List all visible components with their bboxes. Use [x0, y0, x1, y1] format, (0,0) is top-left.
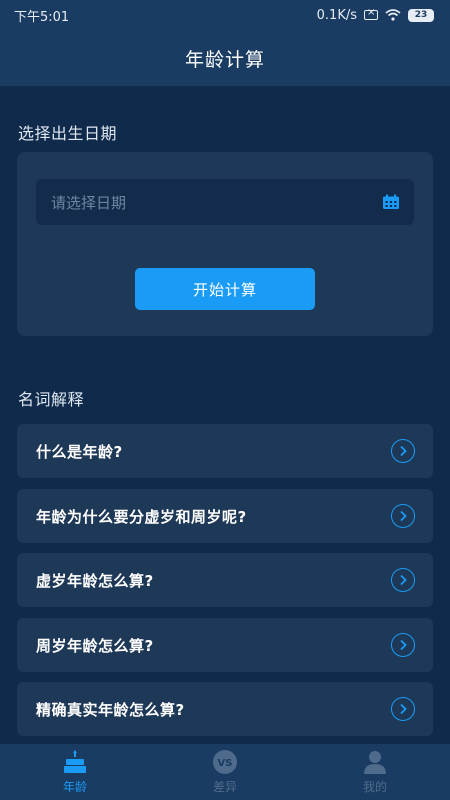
- status-time: 下午5:01: [14, 9, 70, 25]
- chevron-right-icon: [391, 568, 415, 592]
- date-placeholder: 请选择日期: [51, 193, 127, 212]
- chevron-right-icon: [391, 697, 415, 721]
- status-indicators: 0.1K/s 23: [316, 7, 434, 23]
- nav-item-mine[interactable]: 我的: [315, 744, 435, 800]
- date-card: 请选择日期 开始计算: [17, 152, 433, 336]
- vs-icon: VS: [212, 749, 238, 775]
- cake-icon: [62, 749, 88, 775]
- status-bar: 下午5:01 0.1K/s 23: [0, 0, 450, 30]
- chevron-right-icon: [391, 504, 415, 528]
- chevron-right-icon: [391, 633, 415, 657]
- nav-item-difference[interactable]: VS 差异: [165, 744, 285, 800]
- calendar-icon: [383, 194, 399, 209]
- faq-item-label: 什么是年龄?: [36, 442, 123, 461]
- start-calculate-button[interactable]: 开始计算: [135, 268, 315, 310]
- faq-item-nominal-age[interactable]: 虚岁年龄怎么算?: [17, 553, 433, 607]
- sim-icon: [364, 7, 378, 20]
- birth-section-title: 选择出生日期: [18, 124, 118, 143]
- faq-item-what-is-age[interactable]: 什么是年龄?: [17, 424, 433, 478]
- nav-label: 年龄: [62, 780, 87, 794]
- nav-label: 差异: [212, 780, 237, 794]
- battery-icon: 23: [408, 8, 434, 22]
- chevron-right-icon: [391, 439, 415, 463]
- faq-item-label: 虚岁年龄怎么算?: [36, 571, 154, 590]
- svg-text:VS: VS: [218, 758, 233, 769]
- date-picker-field[interactable]: 请选择日期: [36, 179, 414, 225]
- faq-section-title: 名词解释: [18, 390, 85, 409]
- faq-item-why-two-ages[interactable]: 年龄为什么要分虚岁和周岁呢?: [17, 489, 433, 543]
- wifi-icon: [385, 9, 401, 21]
- faq-item-label: 年龄为什么要分虚岁和周岁呢?: [36, 507, 247, 526]
- nav-label: 我的: [362, 780, 387, 794]
- user-icon: [362, 749, 388, 775]
- network-speed: 0.1K/s: [316, 7, 357, 23]
- nav-item-age[interactable]: 年龄: [15, 744, 135, 800]
- faq-item-label: 周岁年龄怎么算?: [36, 636, 154, 655]
- page-title: 年龄计算: [184, 48, 265, 71]
- app-bar: 年龄计算: [0, 30, 450, 86]
- battery-level: 23: [414, 10, 428, 20]
- faq-item-exact-age[interactable]: 精确真实年龄怎么算?: [17, 682, 433, 736]
- bottom-nav: 年龄 VS 差异 我的: [0, 744, 450, 800]
- faq-item-full-age[interactable]: 周岁年龄怎么算?: [17, 618, 433, 672]
- faq-item-label: 精确真实年龄怎么算?: [36, 700, 185, 719]
